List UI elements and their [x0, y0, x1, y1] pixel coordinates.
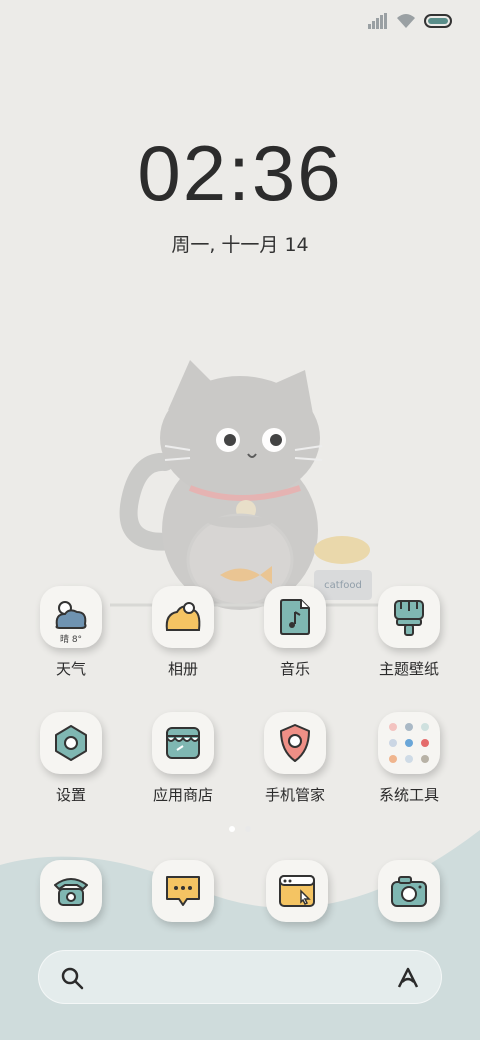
- browser-app-tile[interactable]: [266, 860, 328, 922]
- settings-icon: [55, 725, 87, 761]
- music-icon: [280, 599, 310, 635]
- dock-browser[interactable]: [266, 860, 328, 922]
- app-music[interactable]: 音乐: [240, 586, 350, 679]
- phone-icon: [54, 878, 88, 906]
- gallery-icon: [165, 602, 201, 631]
- themes-app-tile[interactable]: [378, 586, 440, 648]
- page-dot[interactable]: [245, 826, 251, 832]
- browser-icon: [279, 875, 315, 907]
- app-label: 主题壁纸: [378, 660, 439, 678]
- weather-summary: 晴 8°: [59, 635, 83, 645]
- search-bar[interactable]: [38, 950, 442, 1004]
- security-app-tile[interactable]: [264, 712, 326, 774]
- music-app-tile[interactable]: [264, 586, 326, 648]
- search-icon[interactable]: [59, 965, 85, 991]
- wifi-icon: [397, 14, 415, 28]
- weather-icon: [55, 601, 87, 629]
- dock-phone[interactable]: [40, 860, 102, 922]
- app-store-app-tile[interactable]: [152, 712, 214, 774]
- bottom-wave: [0, 830, 480, 1040]
- app-store-icon: [166, 727, 200, 759]
- app-label: 应用商店: [152, 786, 213, 804]
- gallery-app-tile[interactable]: [152, 586, 214, 648]
- app-store[interactable]: 应用商店: [128, 712, 238, 805]
- page-indicator: [0, 826, 480, 832]
- weather-app-tile[interactable]: 晴 8°: [40, 586, 102, 648]
- dock-messages[interactable]: [152, 860, 214, 922]
- app-settings[interactable]: 设置: [16, 712, 126, 805]
- app-label: 手机管家: [264, 786, 325, 804]
- phone-app-tile[interactable]: [40, 860, 102, 922]
- wallpaper-cat-illustration: catfood: [110, 360, 390, 610]
- status-bar: [368, 10, 452, 32]
- settings-app-tile[interactable]: [40, 712, 102, 774]
- app-label: 相册: [167, 660, 198, 678]
- messages-icon: [166, 876, 200, 906]
- signal-icon: [368, 13, 387, 29]
- system-tools-folder-tile[interactable]: [378, 712, 440, 774]
- app-gallery[interactable]: 相册: [128, 586, 238, 679]
- themes-icon: [394, 600, 424, 636]
- assistant-icon[interactable]: [395, 965, 421, 991]
- system-tools-folder-icon: [389, 723, 429, 763]
- page-dot-active[interactable]: [229, 826, 235, 832]
- battery-icon: [424, 14, 452, 28]
- lockscreen-clock: 02:36: [137, 129, 343, 217]
- lockscreen-date: 周一, 十一月 14: [171, 234, 309, 256]
- app-label: 设置: [55, 786, 86, 804]
- camera-app-tile[interactable]: [378, 860, 440, 922]
- app-themes[interactable]: 主题壁纸: [354, 586, 464, 679]
- app-label: 音乐: [279, 660, 310, 678]
- dock-camera[interactable]: [378, 860, 440, 922]
- app-weather[interactable]: 晴 8° 天气: [16, 586, 126, 679]
- app-label: 系统工具: [378, 786, 439, 804]
- security-icon: [280, 724, 310, 762]
- app-label: 天气: [55, 660, 86, 678]
- app-system-tools-folder[interactable]: 系统工具: [354, 712, 464, 805]
- messages-app-tile[interactable]: [152, 860, 214, 922]
- camera-icon: [391, 876, 427, 907]
- app-phone-manager[interactable]: 手机管家: [240, 712, 350, 805]
